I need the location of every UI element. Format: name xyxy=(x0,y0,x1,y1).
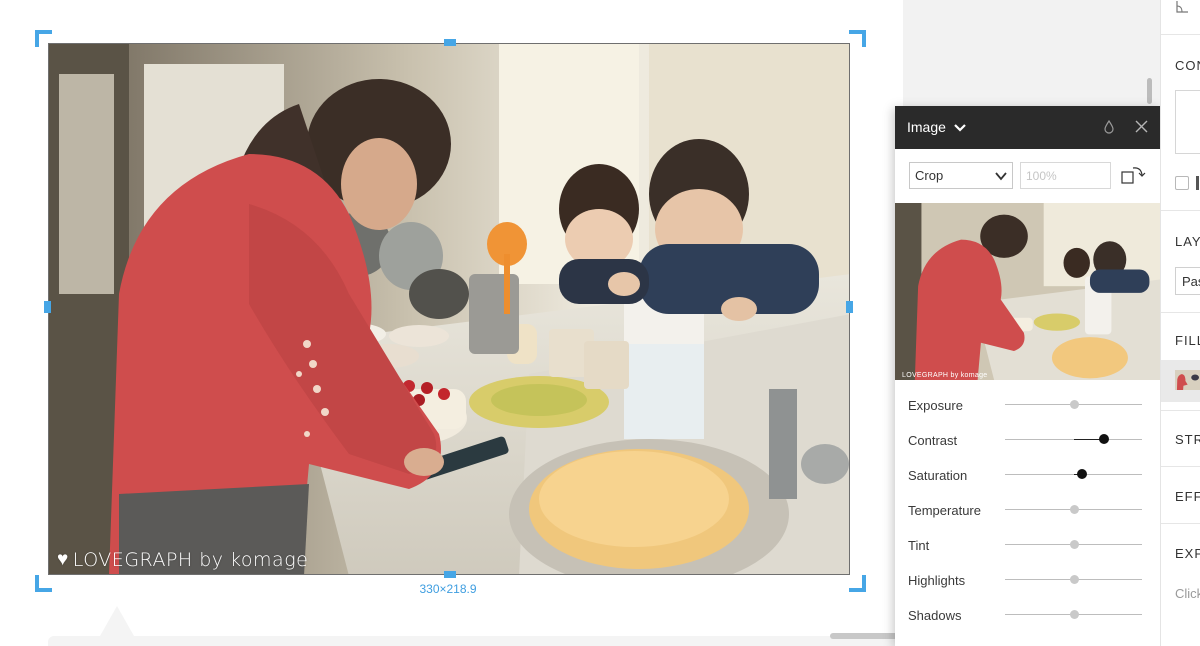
resize-handle-bottom-left[interactable] xyxy=(35,575,52,592)
kitchen-photo xyxy=(49,44,849,574)
vertical-scrollbar[interactable] xyxy=(1147,78,1152,104)
section-fill[interactable]: FILL xyxy=(1175,333,1200,348)
close-icon[interactable] xyxy=(1135,120,1148,133)
horizontal-scrollbar[interactable] xyxy=(830,633,902,639)
divider xyxy=(1161,523,1200,524)
inspector-panel: CON LAY Pas FILL STR EFF EXP Click xyxy=(1160,0,1200,646)
chevron-down-icon[interactable] xyxy=(953,120,967,134)
image-thumbnail: LOVEGRAPH by komage xyxy=(895,203,1160,380)
size-readout: 330×218.9 xyxy=(419,582,477,596)
slider-label: Saturation xyxy=(908,468,968,483)
slider-label: Temperature xyxy=(908,503,981,518)
slider-row: Temperature xyxy=(895,492,1160,527)
zoom-input[interactable]: 100% xyxy=(1020,162,1111,189)
fill-thumbnail xyxy=(1175,370,1200,390)
section-effects[interactable]: EFF xyxy=(1175,489,1200,504)
rotate-icon[interactable] xyxy=(1121,164,1147,186)
resize-handle-top-right[interactable] xyxy=(849,30,866,47)
resize-handle-bottom-right[interactable] xyxy=(849,575,866,592)
slider-row: Saturation xyxy=(895,457,1160,492)
slider-knob[interactable] xyxy=(1069,540,1079,549)
slider-knob[interactable] xyxy=(1069,575,1079,584)
slider-row: Exposure xyxy=(895,387,1160,422)
panel-title: Image xyxy=(907,119,946,135)
artboard-shape xyxy=(48,636,903,646)
slider-label: Exposure xyxy=(908,398,963,413)
slider-knob[interactable] xyxy=(1069,610,1079,619)
export-hint: Click xyxy=(1175,586,1200,601)
slider-row: Shadows xyxy=(895,597,1160,632)
slider-row: Highlights xyxy=(895,562,1160,597)
section-stroke[interactable]: STR xyxy=(1175,432,1200,447)
crop-mode-select[interactable]: Crop xyxy=(909,162,1013,189)
slider-knob[interactable] xyxy=(1076,469,1087,479)
divider xyxy=(1161,210,1200,211)
slider-row: Tint xyxy=(895,527,1160,562)
resize-handle-bottom[interactable] xyxy=(444,571,456,578)
selected-image-layer[interactable]: ♥ LOVEGRAPH by komage xyxy=(48,43,850,575)
slider-label: Shadows xyxy=(908,608,962,623)
fill-image-swatch[interactable] xyxy=(1175,370,1200,390)
resize-handle-left[interactable] xyxy=(44,301,51,313)
slider-label: Contrast xyxy=(908,433,958,448)
crop-mode-value: Crop xyxy=(915,168,944,183)
resize-handle-right[interactable] xyxy=(846,301,853,313)
thumbnail-watermark: LOVEGRAPH by komage xyxy=(902,372,988,379)
resize-handle-top-left[interactable] xyxy=(35,30,52,47)
slider-row: Contrast xyxy=(895,422,1160,457)
photo-watermark: ♥ LOVEGRAPH by komage xyxy=(57,548,308,571)
chevron-down-icon xyxy=(995,172,1007,181)
resize-handle-top[interactable] xyxy=(444,39,456,46)
divider xyxy=(1161,466,1200,467)
divider xyxy=(1161,34,1200,35)
droplet-icon[interactable] xyxy=(1103,120,1115,134)
image-adjustments-panel: Image Crop 100% LOVEGRAPH by komage Expo… xyxy=(895,106,1160,646)
blend-mode-select[interactable]: Pas xyxy=(1175,267,1200,295)
slider-label: Highlights xyxy=(908,573,966,588)
watermark-text: LOVEGRAPH by komage xyxy=(72,548,309,571)
divider xyxy=(1161,312,1200,313)
adjustment-sliders: Exposure Contrast Saturation Temperature Tin… xyxy=(895,387,1160,632)
fix-position-checkbox[interactable] xyxy=(1175,176,1189,190)
fill-image-row[interactable] xyxy=(1161,360,1200,402)
thumbnail-photo xyxy=(895,203,1160,380)
divider xyxy=(1161,410,1200,411)
slider-knob[interactable] xyxy=(1098,434,1109,444)
slider-knob[interactable] xyxy=(1069,400,1079,409)
section-export[interactable]: EXP xyxy=(1175,546,1200,561)
heart-icon: ♥ xyxy=(57,548,69,570)
slider-knob[interactable] xyxy=(1069,505,1079,514)
section-layer[interactable]: LAY xyxy=(1175,234,1200,249)
section-constraints[interactable]: CON xyxy=(1175,58,1200,73)
checkbox-label xyxy=(1196,176,1199,190)
artboard-pointer-shape xyxy=(100,606,134,636)
panel-header: Image xyxy=(895,106,1160,149)
angle-icon[interactable] xyxy=(1175,0,1189,14)
constraints-widget[interactable] xyxy=(1175,90,1200,154)
slider-label: Tint xyxy=(908,538,930,553)
